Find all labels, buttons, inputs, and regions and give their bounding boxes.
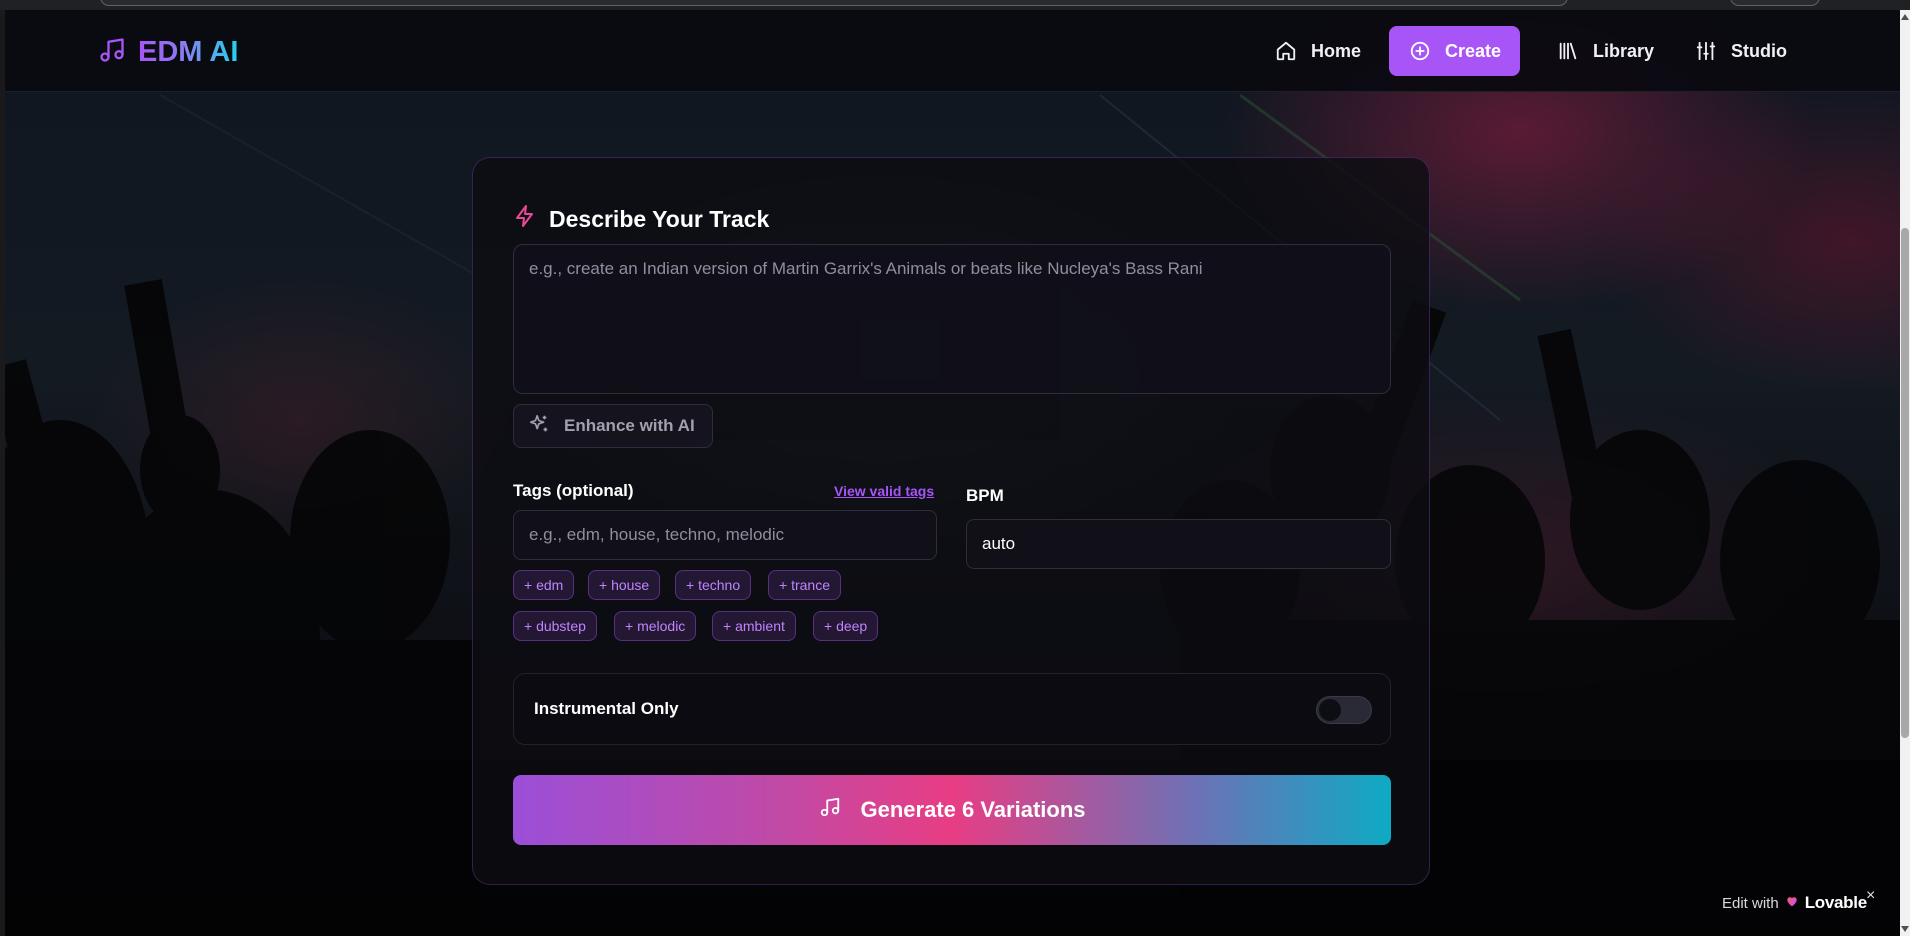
page-scrollbar[interactable] (1900, 10, 1910, 936)
badge-prefix: Edit with (1722, 894, 1779, 912)
tag-chip-melodic[interactable]: + melodic (614, 611, 697, 641)
lightning-icon (513, 204, 537, 234)
scroll-down-arrow-icon[interactable] (1901, 926, 1909, 932)
window-edge (0, 10, 5, 936)
instrumental-toggle[interactable] (1316, 696, 1372, 724)
nav-studio[interactable]: Studio (1675, 26, 1807, 76)
edit-with-lovable-badge[interactable]: Edit with Lovable (1722, 893, 1867, 913)
bpm-input-value: auto (982, 534, 1016, 553)
create-track-panel: Describe Your Track e.g., create an Indi… (472, 157, 1430, 885)
logo[interactable]: EDM AI (98, 36, 238, 69)
badge-brand: Lovable (1804, 893, 1867, 912)
tags-label: Tags (optional) (513, 481, 634, 500)
track-description-input[interactable]: e.g., create an Indian version of Martin… (513, 244, 1391, 394)
tag-chip-deep[interactable]: + deep (813, 611, 879, 641)
bpm-label: BPM (966, 486, 1004, 505)
badge-close-icon[interactable]: × (1866, 887, 1875, 905)
instrumental-row: Instrumental Only (513, 673, 1391, 745)
plus-circle-icon (1409, 40, 1431, 62)
generate-label: Generate 6 Variations (860, 797, 1086, 822)
nav-home[interactable]: Home (1255, 26, 1381, 76)
toggle-knob (1319, 699, 1341, 721)
scroll-up-arrow-icon[interactable] (1901, 14, 1909, 20)
nav-home-label: Home (1311, 40, 1362, 61)
browser-chrome (0, 0, 1910, 10)
nav-library[interactable]: Library (1537, 26, 1674, 76)
sliders-icon (1695, 40, 1717, 62)
section-title: Describe Your Track (513, 204, 769, 234)
browser-toolbar-button[interactable] (1730, 0, 1820, 6)
tag-chip-edm[interactable]: + edm (513, 570, 575, 600)
tag-chip-house[interactable]: + house (588, 570, 661, 600)
tag-chip-trance[interactable]: + trance (768, 570, 841, 600)
tags-input-placeholder: e.g., edm, house, techno, melodic (529, 525, 785, 544)
top-navbar: EDM AI Home Create Library Studio (5, 10, 1900, 92)
nav-create-label: Create (1445, 40, 1502, 61)
bpm-input[interactable]: auto (966, 519, 1391, 569)
nav-library-label: Library (1593, 40, 1655, 61)
tag-chip-dubstep[interactable]: + dubstep (513, 611, 597, 641)
nav-create[interactable]: Create (1389, 26, 1520, 76)
browser-address-bar[interactable] (100, 0, 1568, 6)
generate-variations-button[interactable]: Generate 6 Variations (513, 775, 1391, 845)
section-title-text: Describe Your Track (549, 205, 770, 232)
tag-chip-techno[interactable]: + techno (675, 570, 752, 600)
enhance-label: Enhance with AI (564, 416, 695, 435)
page: EDM AI Home Create Library Studio Descri… (0, 0, 1910, 936)
logo-text: EDM AI (138, 36, 239, 68)
tag-chip-ambient[interactable]: + ambient (712, 611, 796, 641)
music-note-icon (98, 36, 126, 69)
heart-icon (1785, 894, 1799, 912)
library-icon (1557, 40, 1579, 62)
scroll-thumb[interactable] (1901, 228, 1909, 738)
music-note-icon (819, 796, 841, 824)
track-description-placeholder: e.g., create an Indian version of Martin… (529, 259, 1203, 278)
nav-studio-label: Studio (1731, 40, 1787, 61)
tags-input[interactable]: e.g., edm, house, techno, melodic (513, 510, 937, 560)
instrumental-label: Instrumental Only (534, 699, 679, 718)
enhance-with-ai-button[interactable]: Enhance with AI (513, 404, 713, 448)
home-icon (1275, 40, 1297, 62)
view-valid-tags-link[interactable]: View valid tags (834, 483, 934, 499)
sparkles-icon (528, 413, 550, 440)
